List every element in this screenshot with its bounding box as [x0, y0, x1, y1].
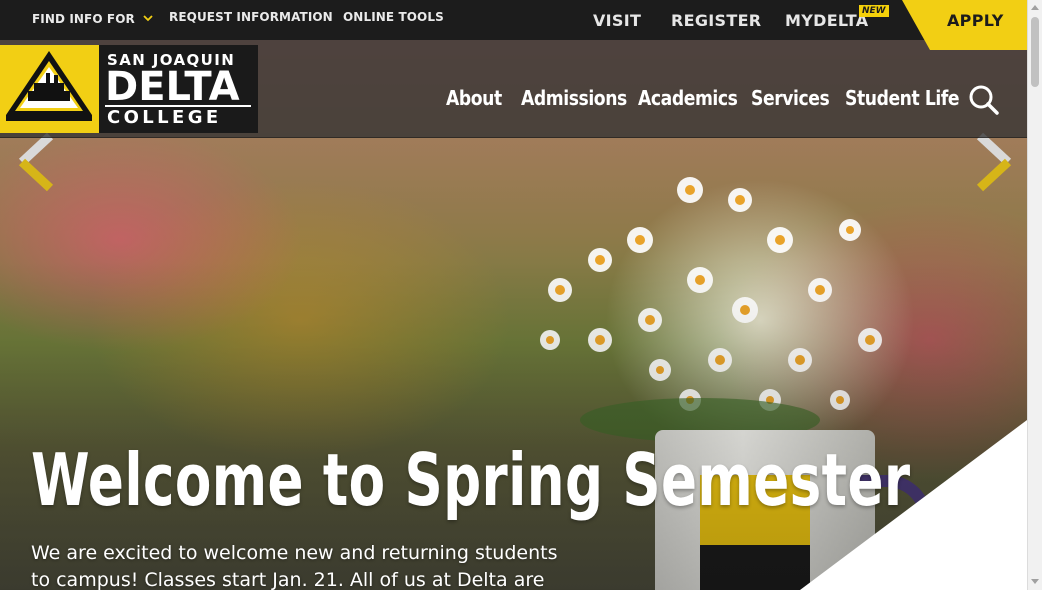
college-logo[interactable]: SAN JOAQUIN DELTA COLLEGE: [0, 45, 258, 133]
page-scrollbar[interactable]: [1027, 0, 1042, 590]
hero-title: Welcome to Spring Semester: [31, 438, 911, 522]
request-information-link[interactable]: REQUEST INFORMATION: [169, 10, 333, 24]
register-link[interactable]: REGISTER: [671, 11, 761, 30]
steamboat-logo-icon: [6, 51, 92, 121]
utility-bar: FIND INFO FOR REQUEST INFORMATION ONLINE…: [0, 0, 1027, 40]
find-info-label: FIND INFO FOR: [32, 12, 135, 26]
logo-mark: [0, 45, 99, 133]
new-badge: NEW: [859, 5, 889, 17]
chevron-left-icon[interactable]: [12, 132, 62, 192]
chevron-down-icon: [143, 15, 153, 22]
find-info-dropdown[interactable]: FIND INFO FOR: [32, 12, 153, 26]
hero-body: We are excited to welcome new and return…: [31, 542, 558, 590]
nav-academics[interactable]: Academics: [638, 86, 738, 110]
logo-line3: COLLEGE: [107, 107, 222, 128]
logo-wordmark: SAN JOAQUIN DELTA COLLEGE: [99, 45, 258, 133]
visit-link[interactable]: VISIT: [593, 11, 641, 30]
scroll-thumb[interactable]: [1031, 17, 1039, 87]
nav-about[interactable]: About: [446, 86, 502, 110]
nav-student-life[interactable]: Student Life: [845, 86, 960, 110]
online-tools-link[interactable]: ONLINE TOOLS: [343, 10, 444, 24]
search-icon[interactable]: [968, 84, 1000, 116]
logo-line2: DELTA: [105, 64, 240, 110]
scroll-up-arrow[interactable]: [1031, 5, 1039, 10]
apply-label: APPLY: [947, 11, 1004, 30]
nav-services[interactable]: Services: [751, 86, 830, 110]
chevron-right-icon[interactable]: [970, 132, 1020, 192]
site-header: SAN JOAQUIN DELTA COLLEGE About Admissio…: [0, 40, 1027, 138]
mydelta-link[interactable]: MYDELTA: [785, 11, 868, 30]
scroll-down-arrow[interactable]: [1031, 579, 1039, 584]
nav-admissions[interactable]: Admissions: [521, 86, 627, 110]
